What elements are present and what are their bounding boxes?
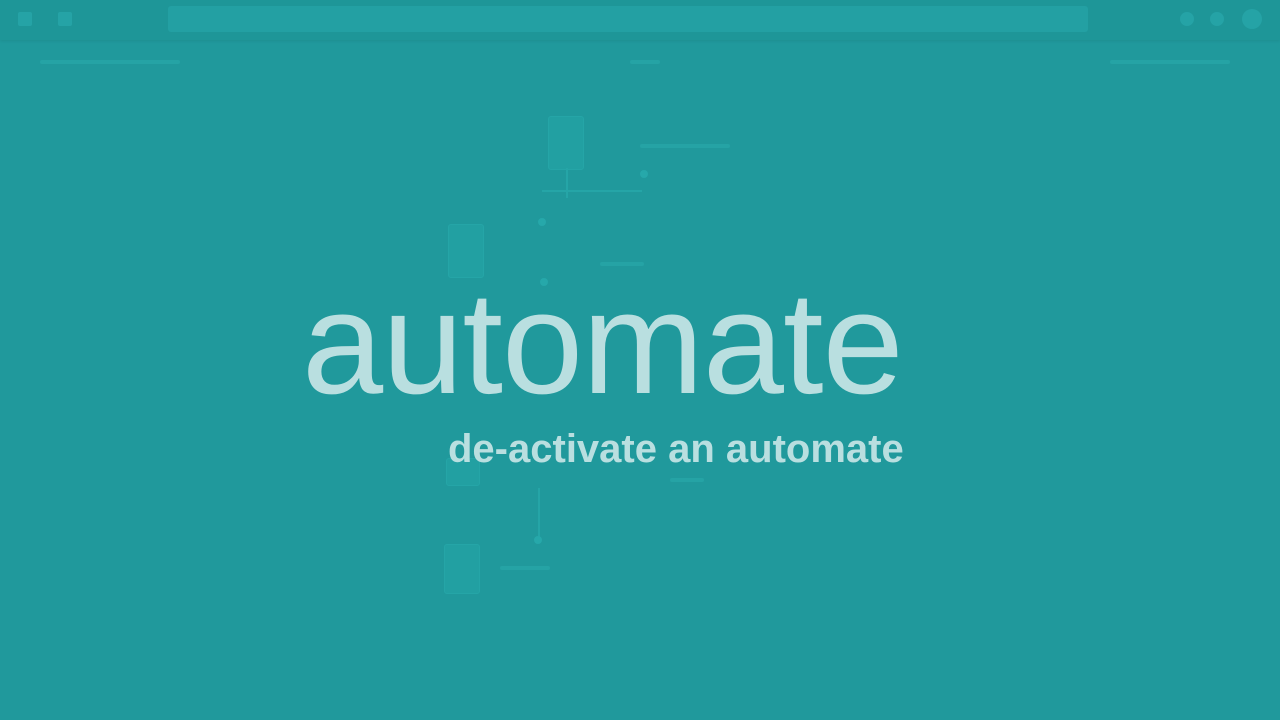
ghost-text-line bbox=[1110, 60, 1230, 64]
avatar bbox=[1242, 9, 1262, 29]
ghost-text-line bbox=[40, 60, 180, 64]
intro-screen: automate de-activate an automate bbox=[0, 0, 1280, 720]
ghost-text-line bbox=[670, 478, 704, 482]
ghost-text-line bbox=[640, 144, 730, 148]
address-bar bbox=[168, 6, 1088, 32]
ghost-connector bbox=[542, 190, 642, 192]
menu-icon bbox=[1210, 12, 1224, 26]
ghost-connector bbox=[566, 168, 568, 198]
browser-toolbar bbox=[0, 0, 1280, 40]
ghost-text-line bbox=[630, 60, 660, 64]
ghost-node bbox=[444, 544, 480, 594]
ghost-port bbox=[640, 170, 648, 178]
overlay-title: automate bbox=[302, 261, 904, 424]
ghost-text-line bbox=[500, 566, 550, 570]
ghost-node bbox=[548, 116, 584, 170]
forward-arrow-icon bbox=[58, 12, 72, 26]
back-arrow-icon bbox=[18, 12, 32, 26]
ghost-connector bbox=[538, 488, 540, 540]
overlay-subtitle: de-activate an automate bbox=[448, 427, 904, 471]
ghost-port bbox=[534, 536, 542, 544]
bookmark-icon bbox=[1180, 12, 1194, 26]
ghost-port bbox=[538, 218, 546, 226]
